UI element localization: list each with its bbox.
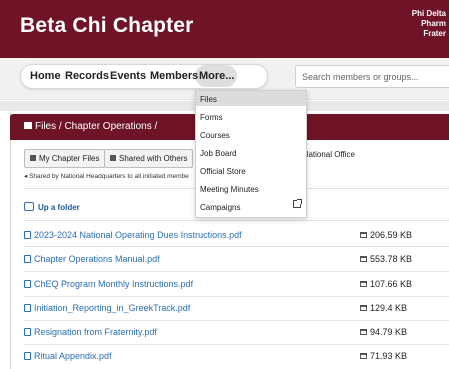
divider: [24, 246, 449, 247]
nav-records[interactable]: Records: [65, 70, 109, 82]
shared-note: ◂ Shared by National Headquarters to all…: [24, 173, 189, 180]
breadcrumb: Files / Chapter Operations /: [24, 121, 157, 132]
up-folder-icon: [24, 202, 34, 211]
file-size-value: 71.93 KB: [370, 351, 408, 361]
up-folder-label: Up a folder: [38, 203, 80, 212]
file-size-value: 107.66 KB: [370, 279, 413, 289]
file-name: Initiation_Reporting_in_GreekTrack.pdf: [34, 303, 191, 313]
up-folder-link[interactable]: Up a folder: [24, 201, 80, 212]
file-link[interactable]: Initiation_Reporting_in_GreekTrack.pdf: [24, 303, 190, 313]
size-icon: [360, 329, 367, 335]
file-name: Chapter Operations Manual.pdf: [34, 254, 160, 264]
tab-my-chapter-files[interactable]: My Chapter Files: [24, 149, 106, 168]
pdf-file-icon: [24, 280, 31, 288]
file-name: ChEQ Program Monthly Instructions.pdf: [34, 279, 194, 289]
pdf-file-icon: [24, 352, 31, 360]
org-line: Frater: [423, 29, 446, 38]
shared-note-text: Shared by National Headquarters to all i…: [29, 173, 189, 180]
chapter-title[interactable]: Beta Chi Chapter: [20, 14, 194, 38]
size-icon: [360, 281, 367, 287]
pdf-file-icon: [24, 231, 31, 239]
search-input[interactable]: [295, 65, 449, 88]
org-line: Phi Delta: [411, 9, 446, 18]
pdf-file-icon: [24, 304, 31, 312]
size-icon: [360, 256, 367, 262]
file-name: Ritual Appendix.pdf: [34, 351, 112, 361]
tab-label: My Chapter Files: [39, 154, 100, 163]
divider: [24, 296, 449, 297]
divider: [24, 344, 449, 345]
file-size: 71.93 KB: [360, 351, 407, 361]
size-icon: [360, 232, 367, 238]
folder-icon: [24, 122, 32, 129]
file-size-value: 553.78 KB: [370, 254, 413, 264]
divider: [24, 320, 449, 321]
menu-item-job-board[interactable]: Job Board: [200, 149, 236, 158]
file-size-value: 206.59 KB: [370, 230, 413, 240]
external-link-icon: [293, 199, 302, 208]
nav-more[interactable]: More...: [199, 70, 234, 82]
menu-item-files[interactable]: Files: [200, 95, 217, 104]
menu-item-courses[interactable]: Courses: [200, 131, 230, 140]
tab-shared-with-others[interactable]: Shared with Others: [104, 149, 194, 168]
file-size-value: 129.4 KB: [370, 303, 408, 313]
divider: [24, 271, 449, 272]
file-link[interactable]: Chapter Operations Manual.pdf: [24, 254, 160, 264]
divider: [24, 220, 449, 221]
organization-name: Phi Delta Pharm Frater: [412, 9, 446, 39]
file-size: 94.79 KB: [360, 327, 407, 337]
nav-home[interactable]: Home: [30, 70, 61, 82]
nav-members[interactable]: Members: [150, 70, 198, 82]
size-icon: [360, 305, 367, 311]
file-link[interactable]: Ritual Appendix.pdf: [24, 351, 112, 361]
file-size: 206.59 KB: [360, 230, 412, 240]
breadcrumb-text: Files / Chapter Operations /: [35, 121, 158, 132]
file-size-value: 94.79 KB: [370, 327, 408, 337]
menu-item-forms[interactable]: Forms: [200, 113, 223, 122]
file-size: 553.78 KB: [360, 254, 412, 264]
org-line: Pharm: [421, 19, 446, 28]
menu-item-campaigns[interactable]: Campaigns: [200, 203, 240, 212]
pdf-file-icon: [24, 328, 31, 336]
file-link[interactable]: 2023-2024 National Operating Dues Instru…: [24, 230, 242, 240]
file-name: Resignation from Fraternity.pdf: [34, 327, 157, 337]
menu-item-official-store[interactable]: Official Store: [200, 167, 246, 176]
file-name: 2023-2024 National Operating Dues Instru…: [34, 230, 242, 240]
file-size: 129.4 KB: [360, 303, 407, 313]
pdf-file-icon: [24, 255, 31, 263]
file-icon: [30, 155, 36, 161]
tab-label: Shared with Others: [119, 154, 188, 163]
file-link[interactable]: Resignation from Fraternity.pdf: [24, 327, 157, 337]
size-icon: [360, 353, 367, 359]
file-size: 107.66 KB: [360, 279, 412, 289]
menu-item-meeting-minutes[interactable]: Meeting Minutes: [200, 185, 259, 194]
nav-events[interactable]: Events: [110, 70, 146, 82]
share-icon: [110, 155, 116, 161]
file-link[interactable]: ChEQ Program Monthly Instructions.pdf: [24, 279, 193, 289]
